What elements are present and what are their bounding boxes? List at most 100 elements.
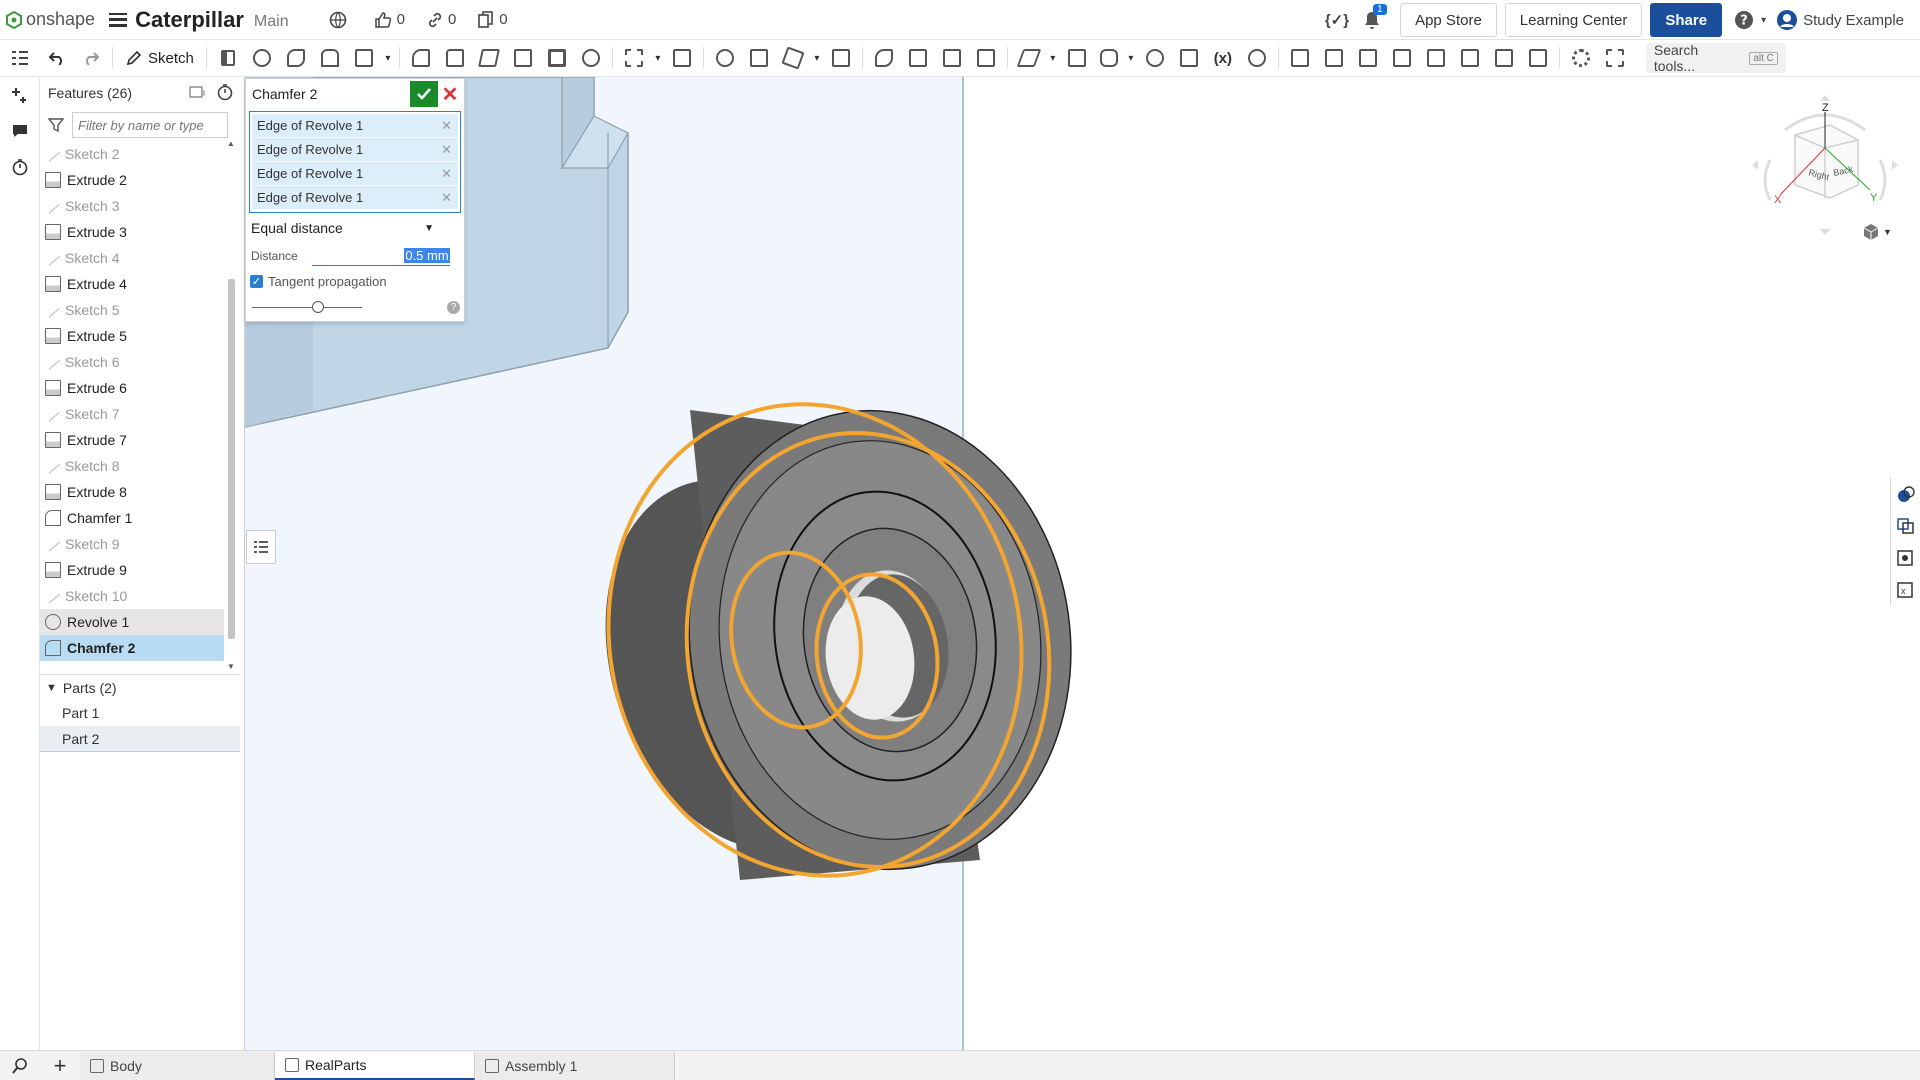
feature-item[interactable]: Sketch 2 <box>40 141 224 167</box>
rollback-icon[interactable] <box>188 84 206 103</box>
part-item[interactable]: Part 1 <box>40 700 240 726</box>
view-options-button[interactable]: ▼ <box>1862 222 1892 242</box>
feature-item[interactable]: Sketch 9 <box>40 531 224 557</box>
modify-fillet-icon[interactable] <box>867 44 901 72</box>
hole-icon[interactable] <box>574 44 608 72</box>
cancel-button[interactable]: ✕ <box>440 83 460 106</box>
chevron-down-icon[interactable]: ▾ <box>381 44 395 72</box>
chevron-down-icon[interactable]: ▾ <box>810 44 824 72</box>
sweep-icon[interactable] <box>279 44 313 72</box>
copy-button[interactable]: 0 <box>478 10 508 29</box>
sketch-button[interactable]: Sketch <box>117 49 202 67</box>
wrap-icon[interactable] <box>1172 44 1206 72</box>
shell-icon[interactable] <box>540 44 574 72</box>
like-button[interactable]: 0 <box>374 11 405 29</box>
tangent-propagation-checkbox[interactable]: ✓ <box>250 274 263 288</box>
remove-edge-icon[interactable]: ✕ <box>441 118 452 134</box>
tab-assembly-1[interactable]: Assembly 1 <box>475 1051 675 1080</box>
link-button[interactable]: 0 <box>427 11 456 28</box>
learning-center-button[interactable]: Learning Center <box>1504 3 1643 37</box>
feature-item[interactable]: Chamfer 2 <box>40 635 224 661</box>
variable-button[interactable]: (x) <box>1206 44 1240 72</box>
feature-list-icon[interactable] <box>0 44 40 72</box>
onshape-logo[interactable]: onshape <box>6 9 95 30</box>
delete-face-icon[interactable] <box>901 44 935 72</box>
feature-item[interactable]: Extrude 9 <box>40 557 224 583</box>
helix-icon[interactable] <box>1138 44 1172 72</box>
plane-icon[interactable] <box>1012 44 1046 72</box>
parts-panel-icon[interactable] <box>1890 510 1920 542</box>
search-tabs-icon[interactable] <box>0 1052 40 1080</box>
move-face-icon[interactable] <box>935 44 969 72</box>
scroll-thumb[interactable] <box>228 279 235 639</box>
feature-item[interactable]: Extrude 7 <box>40 427 224 453</box>
replace-face-icon[interactable] <box>969 44 1003 72</box>
add-tab-button[interactable]: + <box>40 1052 80 1080</box>
add-custom-feature-icon[interactable] <box>1598 44 1632 72</box>
feature-item[interactable]: Sketch 10 <box>40 583 224 609</box>
chevron-down-icon[interactable]: ▾ <box>1046 44 1060 72</box>
insert-icon[interactable] <box>0 77 40 113</box>
user-menu[interactable]: Study Example <box>1776 9 1904 31</box>
mate-connector-icon[interactable] <box>1060 44 1094 72</box>
distance-input[interactable]: 0.5 mm <box>311 246 450 266</box>
flange-icon[interactable] <box>1317 44 1351 72</box>
configurations-icon[interactable] <box>1890 542 1920 574</box>
feature-item[interactable]: Sketch 4 <box>40 245 224 271</box>
comment-icon[interactable] <box>0 113 40 149</box>
transform-icon[interactable] <box>776 44 810 72</box>
feature-item[interactable]: Sketch 7 <box>40 401 224 427</box>
pattern-icon[interactable] <box>617 44 651 72</box>
part-item[interactable]: Part 2 <box>40 726 240 752</box>
revolve-icon[interactable] <box>245 44 279 72</box>
relief-icon[interactable] <box>1521 44 1555 72</box>
remove-edge-icon[interactable]: ✕ <box>441 166 452 182</box>
tab-realparts[interactable]: RealParts <box>275 1051 475 1080</box>
model-canvas[interactable] <box>245 77 1920 1050</box>
search-tools-input[interactable]: Search tools... alt C <box>1645 42 1786 74</box>
app-store-button[interactable]: App Store <box>1400 3 1497 37</box>
feature-item[interactable]: Extrude 4 <box>40 271 224 297</box>
form-icon[interactable] <box>1419 44 1453 72</box>
thicken-icon[interactable] <box>347 44 381 72</box>
redo-icon[interactable] <box>74 44 108 72</box>
split-icon[interactable] <box>742 44 776 72</box>
selected-edge-item[interactable]: Edge of Revolve 1 ✕ <box>252 186 458 210</box>
variables-icon[interactable]: {✓} <box>1325 11 1349 29</box>
parts-header[interactable]: ▼ Parts (2) <box>40 674 240 700</box>
delete-part-icon[interactable] <box>824 44 858 72</box>
branch-name[interactable]: Main <box>254 13 289 31</box>
slider-track[interactable] <box>252 307 362 308</box>
boolean-icon[interactable] <box>708 44 742 72</box>
feature-item[interactable]: Revolve 1 <box>40 609 224 635</box>
tangent-propagation-row[interactable]: ✓ Tangent propagation <box>246 269 464 293</box>
feature-item[interactable]: Sketch 5 <box>40 297 224 323</box>
feature-item[interactable]: Sketch 3 <box>40 193 224 219</box>
draft-icon[interactable] <box>472 44 506 72</box>
chamfer-type-dropdown[interactable]: Equal distance ▼ <box>246 213 464 243</box>
feature-item[interactable]: Extrude 6 <box>40 375 224 401</box>
remove-edge-icon[interactable]: ✕ <box>441 190 452 206</box>
selected-edge-item[interactable]: Edge of Revolve 1 ✕ <box>252 114 458 138</box>
graphics-viewport[interactable] <box>245 77 1920 1050</box>
feature-item[interactable]: Sketch 6 <box>40 349 224 375</box>
menu-icon[interactable] <box>109 12 128 27</box>
undo-icon[interactable] <box>40 44 74 72</box>
stopwatch-icon[interactable] <box>0 149 40 185</box>
help-icon[interactable]: ? ▾ <box>1734 10 1766 30</box>
mirror-icon[interactable] <box>665 44 699 72</box>
selected-edge-item[interactable]: Edge of Revolve 1 ✕ <box>252 162 458 186</box>
appearance-icon[interactable] <box>1890 478 1920 510</box>
filter-icon[interactable] <box>48 117 64 133</box>
joint-icon[interactable] <box>1487 44 1521 72</box>
document-title[interactable]: Caterpillar <box>135 7 244 33</box>
chevron-down-icon[interactable]: ▾ <box>1124 44 1138 72</box>
feature-item[interactable]: Extrude 2 <box>40 167 224 193</box>
accept-button[interactable] <box>410 81 438 107</box>
bend-icon[interactable] <box>1385 44 1419 72</box>
scroll-down-icon[interactable]: ▼ <box>226 662 236 671</box>
variable-table-icon[interactable]: x <box>1890 574 1920 606</box>
feature-item[interactable]: Extrude 8 <box>40 479 224 505</box>
help-icon[interactable]: ? <box>447 301 460 314</box>
remove-edge-icon[interactable]: ✕ <box>441 142 452 158</box>
